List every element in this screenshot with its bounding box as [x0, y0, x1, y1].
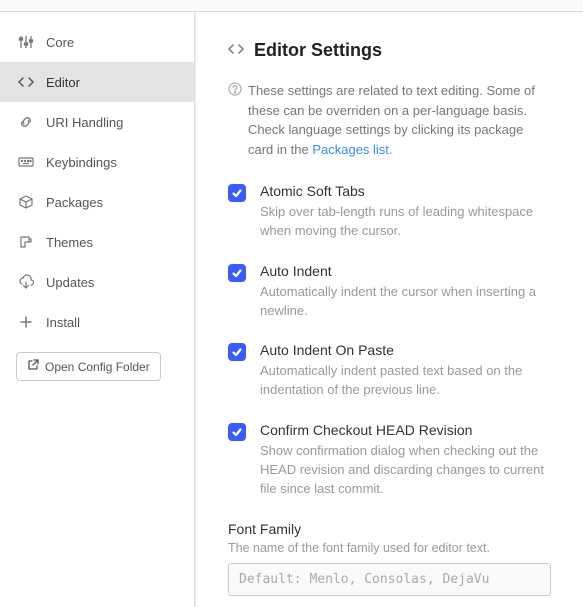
font-family-input[interactable]: [228, 563, 551, 596]
main-panel: Editor Settings These settings are relat…: [195, 12, 583, 607]
open-config-folder-button[interactable]: Open Config Folder: [16, 352, 161, 381]
sidebar-item-label: Themes: [46, 235, 93, 250]
sidebar-item-keybindings[interactable]: Keybindings: [0, 142, 194, 182]
keyboard-icon: [18, 154, 34, 170]
sliders-icon: [18, 34, 34, 50]
external-link-icon: [27, 359, 39, 374]
sidebar-item-packages[interactable]: Packages: [0, 182, 194, 222]
code-icon: [228, 41, 244, 60]
sidebar-item-uri-handling[interactable]: URI Handling: [0, 102, 194, 142]
setting-desc: Skip over tab-length runs of leading whi…: [260, 203, 551, 241]
setting-auto-indent: Auto Indent Automatically indent the cur…: [228, 263, 551, 321]
checkbox-auto-indent-on-paste[interactable]: [228, 343, 246, 361]
main-header: Editor Settings: [228, 40, 551, 61]
sidebar-item-label: URI Handling: [46, 115, 123, 130]
config-button-label: Open Config Folder: [45, 360, 150, 374]
sidebar-item-label: Updates: [46, 275, 94, 290]
sidebar-item-label: Packages: [46, 195, 103, 210]
settings-description: These settings are related to text editi…: [228, 81, 551, 159]
page-title: Editor Settings: [254, 40, 382, 61]
sidebar: Core Editor URI Handling: [0, 12, 195, 607]
sidebar-item-label: Core: [46, 35, 74, 50]
setting-auto-indent-on-paste: Auto Indent On Paste Automatically inden…: [228, 342, 551, 400]
field-label: Font Family: [228, 521, 551, 537]
packages-list-link[interactable]: Packages list: [312, 142, 389, 157]
setting-desc: Automatically indent the cursor when ins…: [260, 283, 551, 321]
help-icon: [228, 82, 242, 102]
setting-font-family: Font Family The name of the font family …: [228, 521, 551, 596]
description-suffix: .: [389, 142, 393, 157]
checkbox-atomic-soft-tabs[interactable]: [228, 184, 246, 202]
settings-container: Core Editor URI Handling: [0, 12, 583, 607]
setting-desc: Automatically indent pasted text based o…: [260, 362, 551, 400]
plus-icon: [18, 314, 34, 330]
sidebar-item-updates[interactable]: Updates: [0, 262, 194, 302]
setting-label: Confirm Checkout HEAD Revision: [260, 422, 551, 438]
sidebar-item-label: Editor: [46, 75, 80, 90]
sidebar-item-label: Keybindings: [46, 155, 117, 170]
package-icon: [18, 194, 34, 210]
checkbox-auto-indent[interactable]: [228, 264, 246, 282]
sidebar-item-core[interactable]: Core: [0, 22, 194, 62]
sidebar-item-editor[interactable]: Editor: [0, 62, 194, 102]
sidebar-item-install[interactable]: Install: [0, 302, 194, 342]
sidebar-item-themes[interactable]: Themes: [0, 222, 194, 262]
code-icon: [18, 74, 34, 90]
setting-label: Auto Indent: [260, 263, 551, 279]
setting-label: Atomic Soft Tabs: [260, 183, 551, 199]
paint-icon: [18, 234, 34, 250]
setting-label: Auto Indent On Paste: [260, 342, 551, 358]
cloud-download-icon: [18, 274, 34, 290]
top-bar: [0, 0, 583, 12]
setting-confirm-checkout-head: Confirm Checkout HEAD Revision Show conf…: [228, 422, 551, 499]
setting-desc: Show confirmation dialog when checking o…: [260, 442, 551, 499]
link-icon: [18, 114, 34, 130]
sidebar-item-label: Install: [46, 315, 80, 330]
sidebar-list: Core Editor URI Handling: [0, 12, 194, 342]
setting-atomic-soft-tabs: Atomic Soft Tabs Skip over tab-length ru…: [228, 183, 551, 241]
checkbox-confirm-checkout-head[interactable]: [228, 423, 246, 441]
field-desc: The name of the font family used for edi…: [228, 541, 551, 555]
